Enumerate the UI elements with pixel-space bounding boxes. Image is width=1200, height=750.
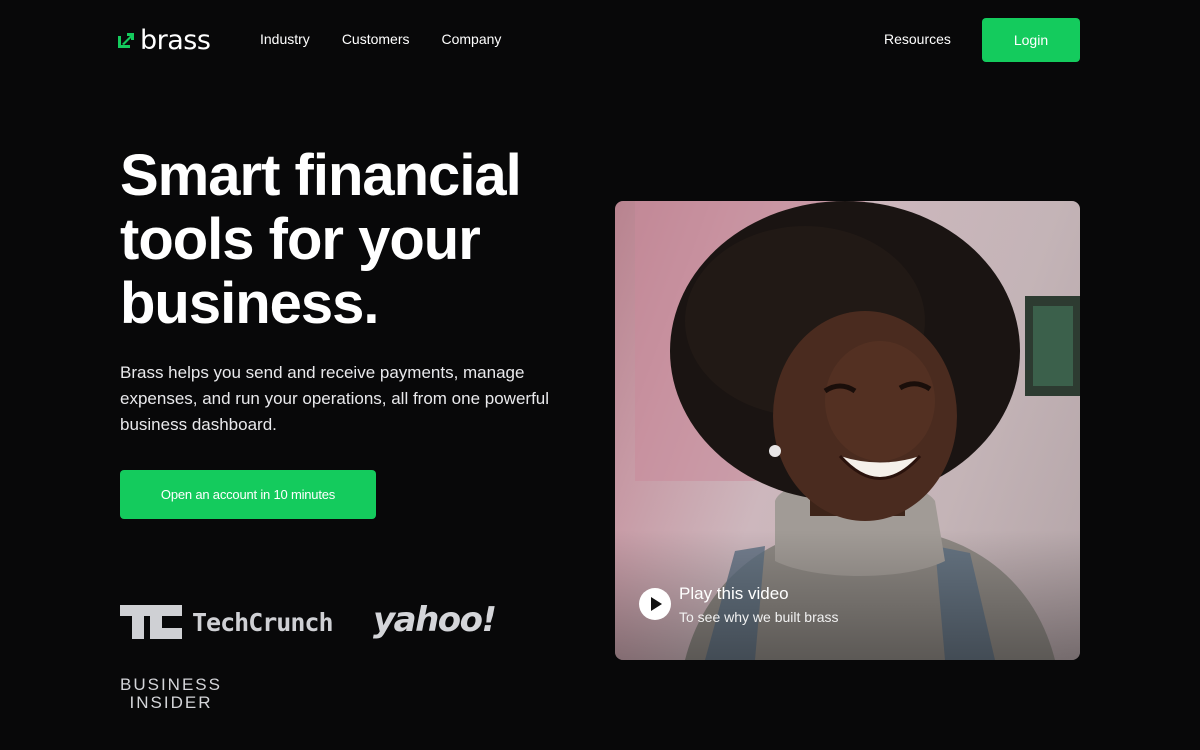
top-navigation: brass Industry Customers Company Resourc… xyxy=(0,0,1200,80)
hero-subtitle-line: business dashboard. xyxy=(120,415,277,434)
business-insider-logo: BUSINESS INSIDER xyxy=(120,676,222,712)
login-button[interactable]: Login xyxy=(982,18,1080,62)
open-account-button[interactable]: Open an account in 10 minutes xyxy=(120,470,376,519)
nav-link-customers[interactable]: Customers xyxy=(342,31,410,47)
nav-link-resources[interactable]: Resources xyxy=(884,31,951,47)
nav-link-industry[interactable]: Industry xyxy=(260,31,310,47)
play-icon xyxy=(651,597,662,611)
video-card[interactable]: Play this video To see why we built bras… xyxy=(615,201,1080,660)
hero-title-line: Smart financial xyxy=(120,143,522,208)
techcrunch-mark-icon xyxy=(120,605,182,639)
brass-logo-mark-icon xyxy=(118,33,134,48)
business-insider-line: BUSINESS xyxy=(120,675,222,694)
nav-links: Industry Customers Company xyxy=(260,31,501,47)
brass-logo[interactable]: brass xyxy=(118,24,211,56)
brand-name: brass xyxy=(140,24,211,56)
hero-title-line: business. xyxy=(120,271,380,336)
video-subtitle: To see why we built brass xyxy=(679,609,839,625)
hero-subtitle-line: expenses, and run your operations, all f… xyxy=(120,389,550,408)
video-title: Play this video xyxy=(679,584,789,603)
techcrunch-wordmark: TechCrunch xyxy=(192,607,334,637)
hero-title-line: tools for your xyxy=(120,207,481,272)
hero-subtitle: Brass helps you send and receive payment… xyxy=(120,360,590,438)
business-insider-line: INSIDER xyxy=(129,693,213,712)
yahoo-logo: yahoo! xyxy=(373,600,497,640)
techcrunch-logo: TechCrunch xyxy=(120,605,334,639)
hero-subtitle-line: Brass helps you send and receive payment… xyxy=(120,363,525,382)
hero-title: Smart financial tools for your business. xyxy=(120,144,590,336)
play-button[interactable] xyxy=(639,588,671,620)
nav-link-company[interactable]: Company xyxy=(442,31,502,47)
